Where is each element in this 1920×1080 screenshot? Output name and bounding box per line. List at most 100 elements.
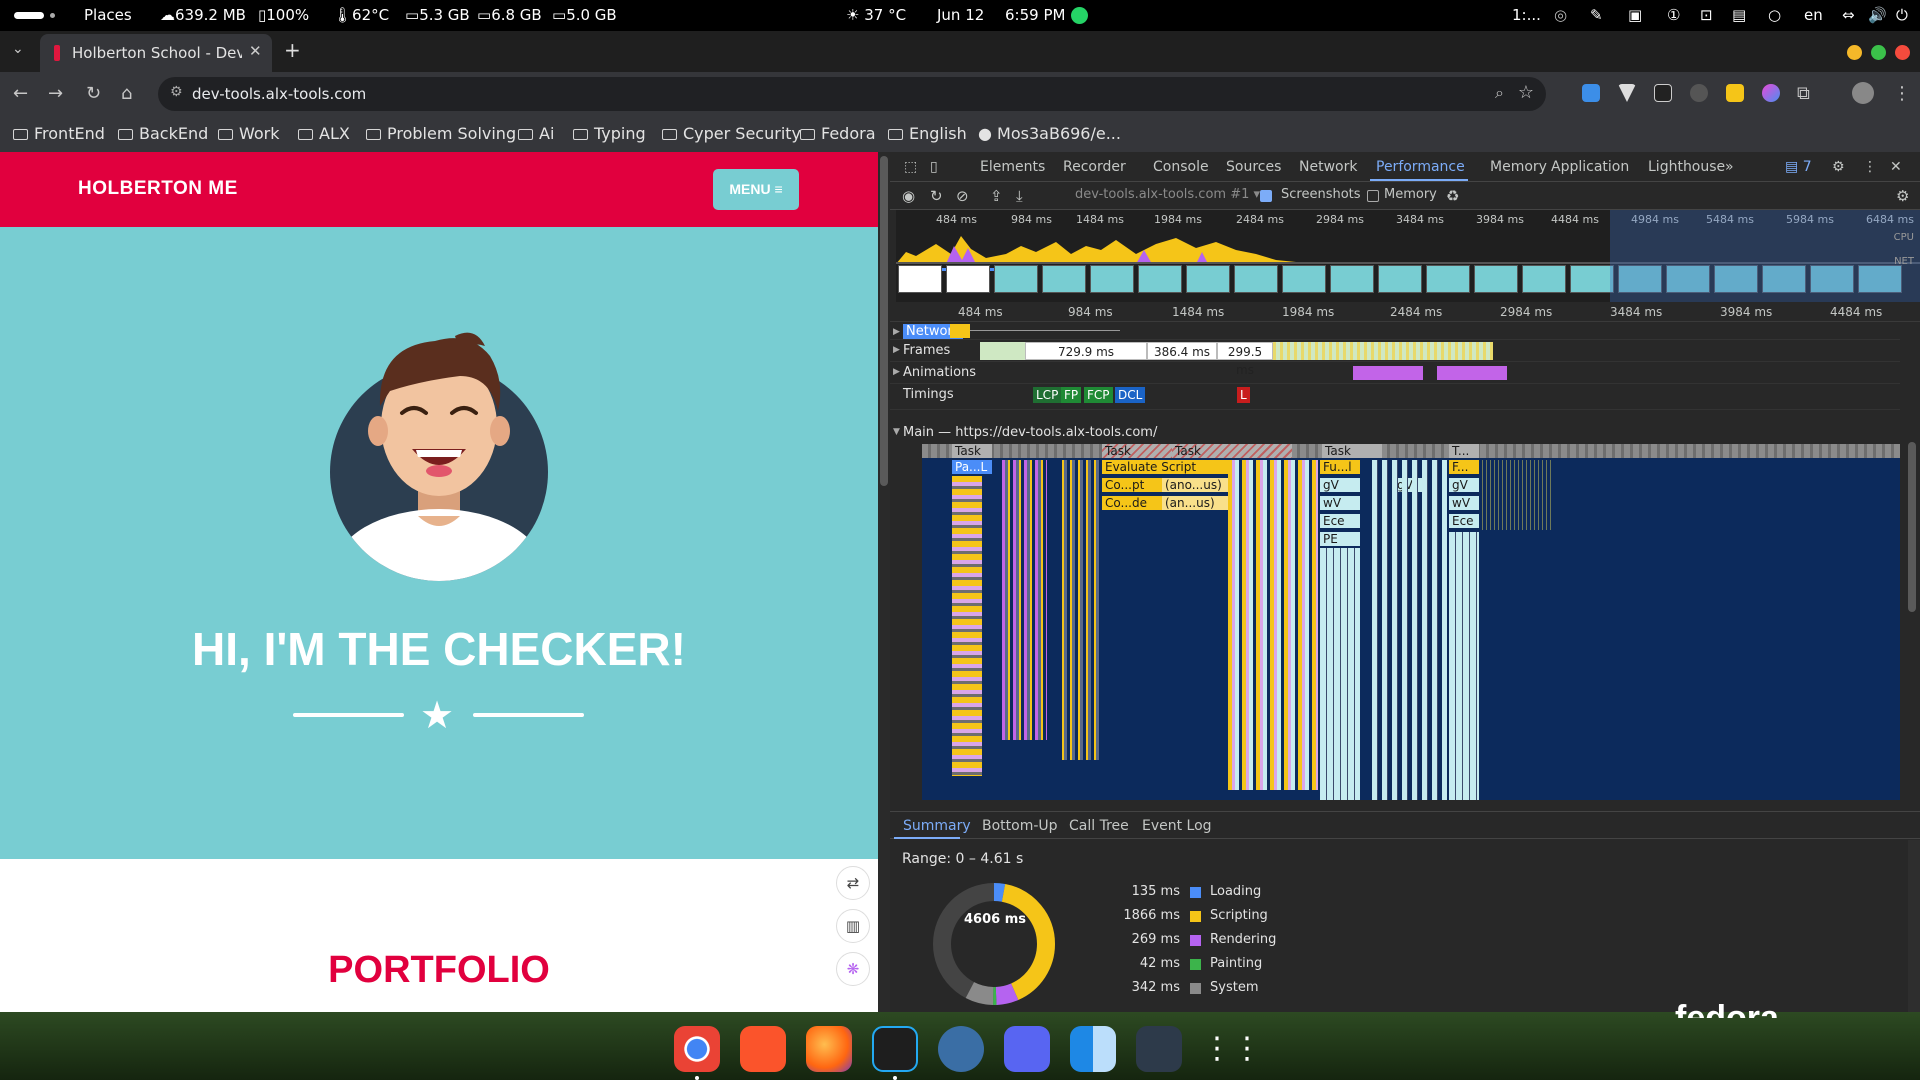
flame-function[interactable]: F... — [1449, 460, 1479, 474]
frame-duration[interactable]: 299.5 ms — [1217, 342, 1273, 377]
garbage-collect-icon[interactable]: ♻ — [1446, 187, 1459, 205]
tab-network[interactable]: Network — [1299, 159, 1357, 175]
flame-parse[interactable]: Pa...L — [952, 460, 992, 474]
memory-checkbox[interactable] — [1367, 190, 1379, 202]
reload-record-icon[interactable]: ↻ — [930, 187, 943, 205]
close-window-button[interactable] — [1895, 45, 1910, 60]
flame-task[interactable]: Task — [1172, 444, 1292, 458]
volume-icon[interactable]: 🔊 — [1868, 6, 1887, 24]
flame-gv[interactable]: gV — [1320, 478, 1360, 492]
extension-colorful-icon[interactable] — [1762, 84, 1780, 102]
vscode-app-icon[interactable] — [872, 1026, 918, 1072]
power-menu-icon[interactable]: ⏻ — [1896, 6, 1908, 24]
device-toolbar-icon[interactable]: ▯ — [930, 159, 938, 175]
bookmark-star-icon[interactable]: ☆ — [1518, 82, 1534, 103]
tab-performance[interactable]: Performance — [1376, 159, 1465, 175]
discord-app-icon[interactable] — [1004, 1026, 1050, 1072]
site-logo[interactable]: HOLBERTON ME — [78, 178, 238, 200]
flame-evaluate-script[interactable]: Evaluate Script — [1102, 460, 1228, 474]
browser-tab-active[interactable]: Holberton School - Developer ✕ — [40, 34, 272, 72]
expand-icon[interactable]: ▶ — [893, 345, 900, 355]
minimize-window-button[interactable] — [1847, 45, 1862, 60]
flame-gv[interactable]: gV — [1449, 478, 1479, 492]
reload-icon[interactable]: ↻ — [86, 83, 101, 104]
bookmark-folder-work[interactable]: Work — [218, 124, 280, 143]
menu-button[interactable]: MENU ≡ — [713, 169, 799, 210]
tab-lighthouse[interactable]: Lighthouse — [1648, 159, 1725, 175]
flame-task[interactable]: Task — [1322, 444, 1382, 458]
extension-radio-icon[interactable] — [1582, 84, 1600, 102]
animation-bar[interactable] — [1353, 366, 1423, 380]
flame-wv[interactable]: wV — [1449, 496, 1479, 510]
tab-application[interactable]: Application — [1551, 159, 1629, 175]
tab-event-log[interactable]: Event Log — [1142, 818, 1212, 834]
network-icon[interactable]: ⇔ — [1842, 6, 1855, 24]
close-tab-icon[interactable]: ✕ — [249, 42, 262, 60]
github-desktop-app-icon[interactable] — [938, 1026, 984, 1072]
screenshots-checkbox[interactable] — [1260, 190, 1272, 202]
clock[interactable]: 6:59 PM — [1005, 6, 1065, 24]
profile-select[interactable]: dev-tools.alx-tools.com #1 ▾ — [1075, 187, 1260, 202]
issues-counter[interactable]: ▤ 7 — [1785, 159, 1812, 175]
date[interactable]: Jun 12 — [937, 6, 984, 24]
keyboard-layout[interactable]: en — [1804, 6, 1823, 24]
app-grid-icon[interactable]: ⋮⋮ — [1202, 1026, 1262, 1072]
tab-call-tree[interactable]: Call Tree — [1069, 818, 1129, 834]
flame-pe[interactable]: PE — [1320, 532, 1360, 546]
capture-settings-icon[interactable]: ⚙ — [1896, 187, 1909, 205]
new-tab-icon[interactable]: + — [284, 38, 301, 62]
flame-task[interactable]: T... — [1449, 444, 1479, 458]
clipboard-icon[interactable]: ▤ — [1732, 6, 1746, 24]
bookmark-github[interactable]: ● Mos3aB696/e... — [978, 124, 1121, 143]
extension-wakatime-icon[interactable] — [1726, 84, 1744, 102]
frame-duration[interactable]: 729.9 ms — [1025, 342, 1147, 360]
brave-app-icon[interactable] — [740, 1026, 786, 1072]
tab-sources[interactable]: Sources — [1226, 159, 1281, 175]
weather[interactable]: ☀ 37 °C — [846, 6, 906, 24]
flame-task[interactable]: Task — [952, 444, 992, 458]
whatsapp-icon[interactable] — [1071, 7, 1088, 24]
reader-mode-icon[interactable]: ▥ — [836, 909, 870, 943]
bookmark-folder-frontend[interactable]: FrontEnd — [13, 124, 105, 143]
browser-menu-icon[interactable]: ⋮ — [1893, 83, 1911, 104]
flame-anonymous[interactable]: (an...us) — [1162, 496, 1228, 510]
frames-track[interactable]: ▶ Frames 729.9 ms 386.4 ms 299.5 ms — [890, 340, 1900, 377]
close-devtools-icon[interactable]: ✕ — [1890, 159, 1902, 175]
extensions-puzzle-icon[interactable]: ⧉ — [1797, 83, 1810, 104]
ai-assistant-icon[interactable]: ❋ — [836, 952, 870, 986]
flame-ece[interactable]: Ece — [1320, 514, 1360, 528]
download-icon[interactable]: ⤓ — [1016, 187, 1023, 205]
bookmark-folder-typing[interactable]: Typing — [573, 124, 646, 143]
one-icon[interactable]: ① — [1667, 6, 1680, 24]
settings-gear-icon[interactable]: ⚙ — [1832, 159, 1845, 175]
flame-compile[interactable]: Co...pt — [1102, 478, 1162, 492]
tab-console[interactable]: Console — [1153, 159, 1209, 175]
frame-duration[interactable]: 386.4 ms — [1147, 342, 1217, 360]
dcl-marker[interactable]: DCL — [1115, 387, 1146, 403]
expand-icon[interactable]: ▶ — [893, 327, 900, 337]
animations-track[interactable]: ▶ Animations — [890, 362, 1900, 384]
terminal-icon[interactable]: ▣ — [1628, 6, 1642, 24]
fp-marker[interactable]: FP — [1061, 387, 1082, 403]
bookmark-folder-problem-solving[interactable]: Problem Solving — [366, 124, 516, 143]
extension-ghost-icon[interactable] — [1690, 84, 1708, 102]
tab-summary[interactable]: Summary — [903, 818, 971, 834]
url-text[interactable]: dev-tools.alx-tools.com — [192, 85, 366, 103]
fcp-marker[interactable]: FCP — [1084, 387, 1113, 403]
flame-anonymous[interactable]: (ano...us) — [1162, 478, 1228, 492]
timeline-overview[interactable]: 484 ms 984 ms 1484 ms 1984 ms 2484 ms 29… — [896, 210, 1920, 302]
finder-app-icon[interactable] — [1070, 1026, 1116, 1072]
page-scrollbar[interactable] — [878, 152, 890, 1012]
tab-recorder[interactable]: Recorder — [1063, 159, 1126, 175]
upload-icon[interactable]: ⇪ — [990, 187, 1003, 205]
network-track[interactable]: ▶ Network — [890, 322, 1900, 340]
tab-elements[interactable]: Elements — [980, 159, 1045, 175]
extension-notion-icon[interactable] — [1654, 84, 1672, 102]
inspect-element-icon[interactable]: ⬚ — [904, 159, 917, 175]
home-icon[interactable]: ⌂ — [121, 83, 132, 104]
flame-function-call[interactable]: Fu...l — [1320, 460, 1360, 474]
network-request-bar[interactable] — [950, 324, 970, 338]
firefox-app-icon[interactable] — [806, 1026, 852, 1072]
summary-scrollbar[interactable] — [1908, 840, 1920, 1012]
back-icon[interactable]: ← — [13, 83, 28, 104]
